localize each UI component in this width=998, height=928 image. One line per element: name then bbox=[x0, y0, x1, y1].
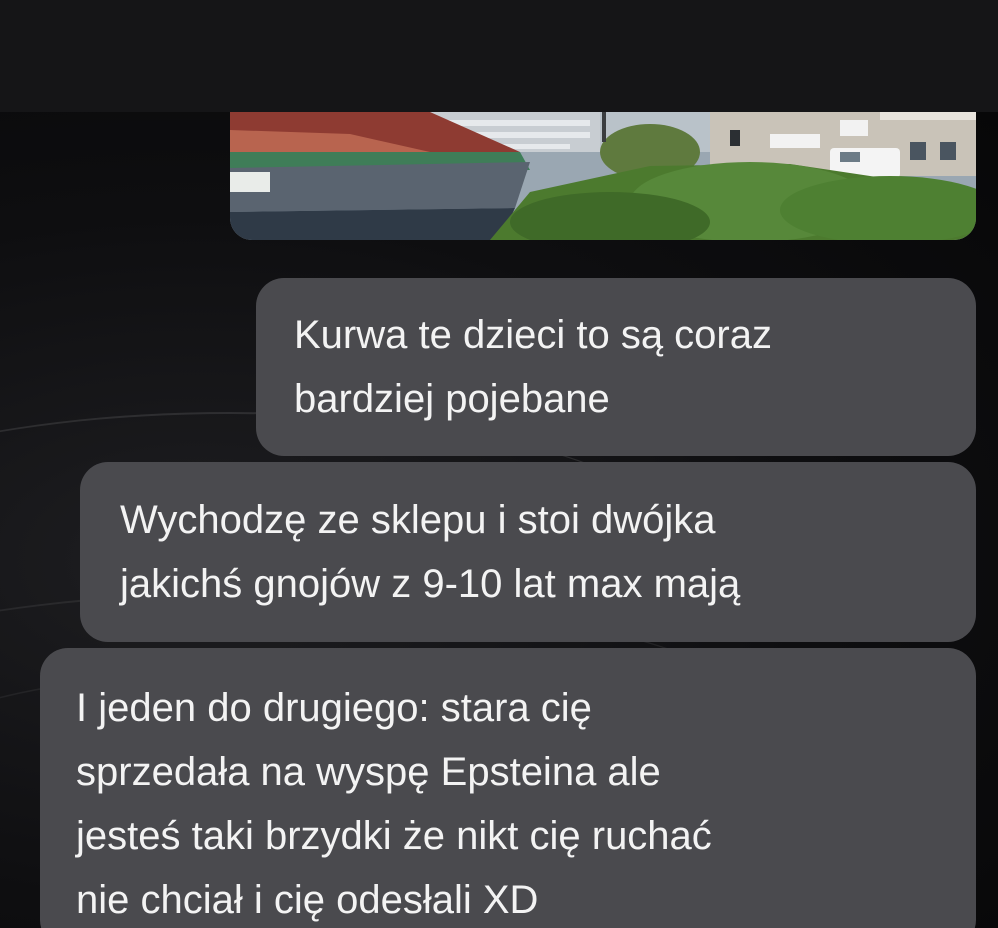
message-line: bardziej pojebane bbox=[294, 377, 610, 421]
message-bubble[interactable]: I jeden do drugiego: stara cię sprzedała… bbox=[40, 648, 976, 928]
message-line: jesteś taki brzydki że nikt cię ruchać bbox=[76, 814, 712, 858]
photo-message[interactable] bbox=[230, 112, 976, 240]
photo-attachment-image bbox=[230, 112, 976, 240]
message-line: Wychodzę ze sklepu i stoi dwójka bbox=[120, 498, 716, 542]
chat-screen: Kurwa te dzieci to są coraz bardziej poj… bbox=[0, 0, 998, 928]
message-line: sprzedała na wyspę Epsteina ale bbox=[76, 750, 661, 794]
message-line: nie chciał i cię odesłali XD bbox=[76, 878, 539, 922]
top-bar bbox=[0, 0, 998, 112]
message-line: I jeden do drugiego: stara cię bbox=[76, 686, 592, 730]
message-bubble[interactable]: Kurwa te dzieci to są coraz bardziej poj… bbox=[256, 278, 976, 456]
message-line: jakichś gnojów z 9-10 lat max mają bbox=[120, 562, 741, 606]
message-bubble[interactable]: Wychodzę ze sklepu i stoi dwójka jakichś… bbox=[80, 462, 976, 642]
message-line: Kurwa te dzieci to są coraz bbox=[294, 313, 772, 357]
